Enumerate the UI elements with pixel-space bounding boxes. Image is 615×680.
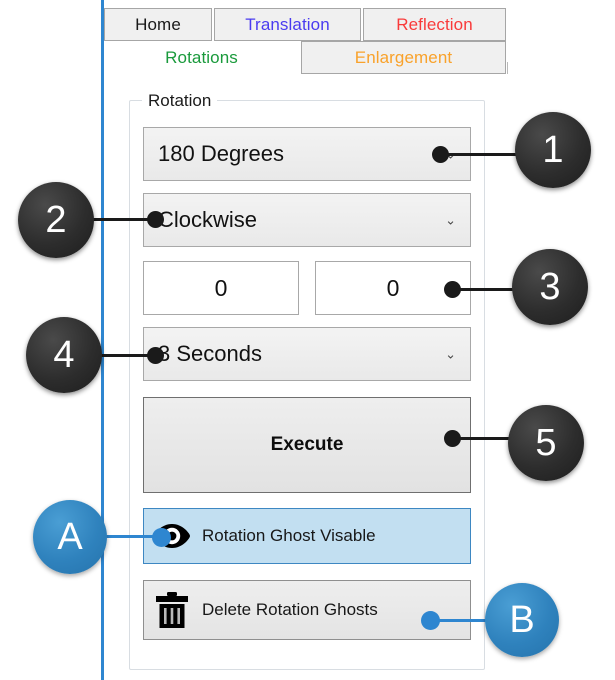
trash-icon (144, 591, 200, 629)
callout-badge-a: A (33, 500, 107, 574)
rotation-duration-combobox[interactable]: 3 Seconds ⌄ (143, 327, 471, 381)
rotation-duration-value: 3 Seconds (158, 341, 262, 366)
tab-row-secondary: Rotations Enlargement (104, 41, 508, 74)
rotation-direction-value: Clockwise (158, 207, 258, 232)
chevron-down-icon: ⌄ (445, 212, 456, 228)
tab-translation[interactable]: Translation (214, 8, 361, 41)
rotation-direction-combobox[interactable]: Clockwise ⌄ (143, 193, 471, 247)
callout-anchor-dot-2 (147, 211, 164, 228)
tab-reflection[interactable]: Reflection (363, 8, 506, 41)
rotation-group-label: Rotation (142, 91, 218, 111)
callout-leader-2 (88, 218, 156, 221)
tab-enlargement[interactable]: Enlargement (301, 41, 506, 74)
rotation-ghost-visible-toggle[interactable]: Rotation Ghost Visable (143, 508, 471, 564)
rotation-degrees-value: 180 Degrees (158, 141, 284, 166)
tab-home[interactable]: Home (104, 8, 212, 41)
callout-badge-4: 4 (26, 317, 102, 393)
delete-rotation-ghosts-button[interactable]: Delete Rotation Ghosts (143, 580, 471, 640)
callout-anchor-dot-5 (444, 430, 461, 447)
delete-rotation-ghosts-label: Delete Rotation Ghosts (202, 600, 378, 619)
callout-leader-3 (452, 288, 520, 291)
callout-badge-b: B (485, 583, 559, 657)
tab-strip: Home Translation Reflection Rotations En… (104, 8, 506, 78)
chevron-down-icon: ⌄ (445, 346, 456, 362)
rotation-center-x-input[interactable]: 0 (143, 261, 299, 315)
tab-row-primary: Home Translation Reflection (104, 8, 508, 41)
tab-rotations[interactable]: Rotations (104, 41, 299, 74)
rotation-ghost-visible-label: Rotation Ghost Visable (202, 526, 376, 545)
callout-anchor-dot-a (152, 528, 171, 547)
callout-badge-1: 1 (515, 112, 591, 188)
callout-anchor-dot-1 (432, 146, 449, 163)
callout-anchor-dot-4 (147, 347, 164, 364)
rotation-degrees-combobox[interactable]: 180 Degrees ⌄ (143, 127, 471, 181)
callout-badge-5: 5 (508, 405, 584, 481)
callout-leader-5 (452, 437, 514, 440)
callout-leader-1 (440, 153, 520, 156)
callout-anchor-dot-b (421, 611, 440, 630)
callout-badge-3: 3 (512, 249, 588, 325)
execute-button[interactable]: Execute (143, 397, 471, 493)
callout-anchor-dot-3 (444, 281, 461, 298)
callout-badge-2: 2 (18, 182, 94, 258)
